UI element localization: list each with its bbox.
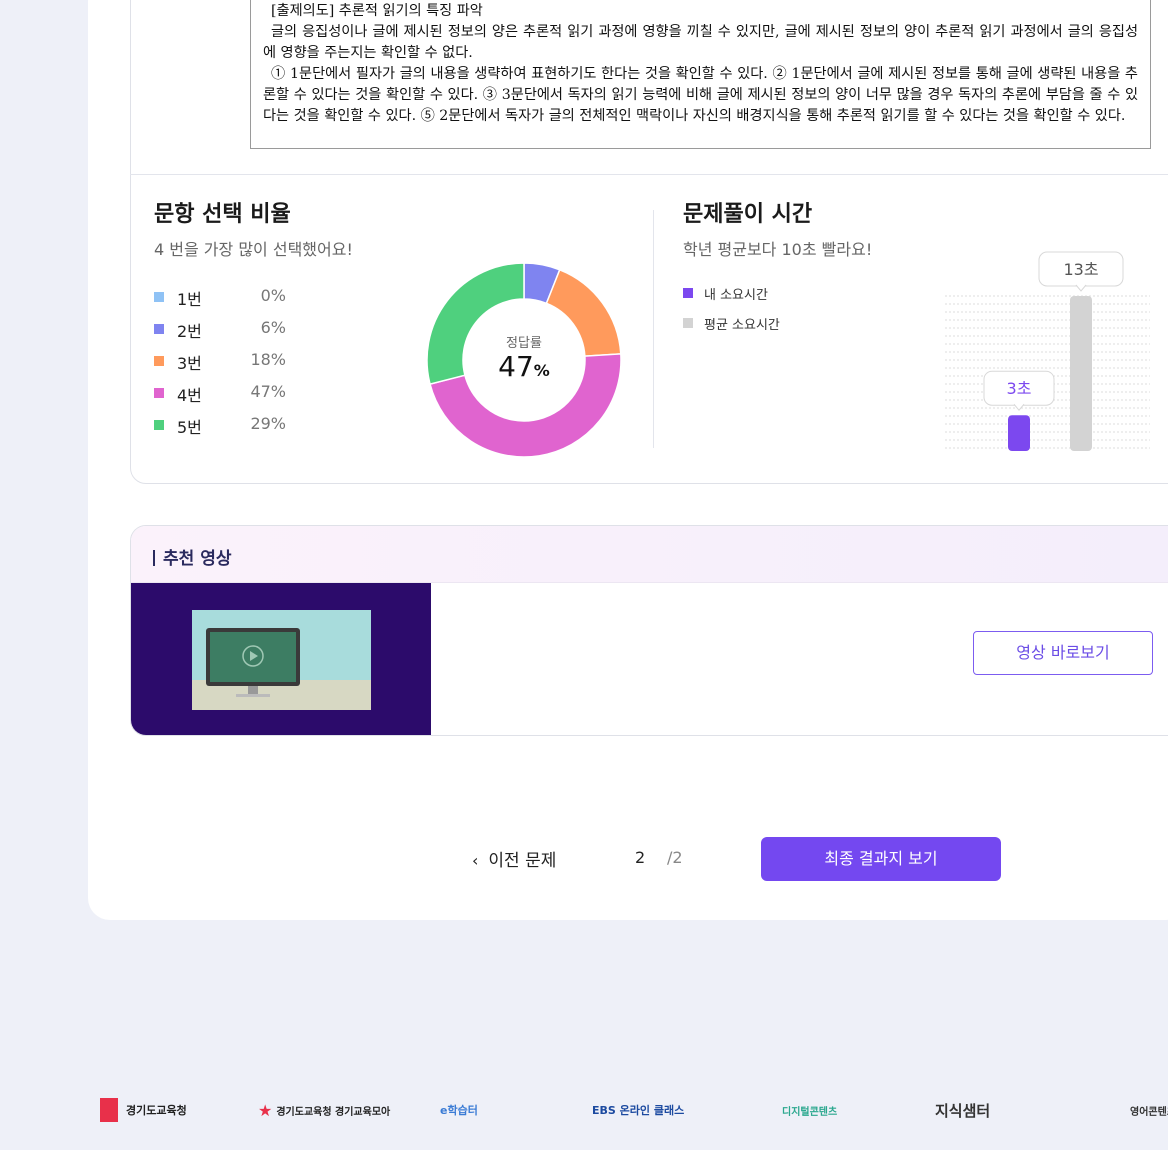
title-bar-icon — [153, 550, 155, 566]
thumbnail-image — [192, 610, 371, 710]
legend-swatch-1 — [154, 292, 164, 302]
legend-pct-5: 29% — [250, 414, 286, 433]
time-subtitle: 학년 평균보다 10초 빨라요! — [683, 240, 873, 259]
footer-logo-text-7: 영어콘텐츠 — [1130, 1106, 1168, 1118]
footer-logo-text-4: EBS 온라인 클래스 — [592, 1104, 685, 1117]
time-title: 문제풀이 시간 — [683, 202, 813, 227]
monitor-icon — [206, 628, 300, 697]
legend-label-5: 5번 — [177, 418, 202, 437]
correct-rate-label: 정답률 — [506, 336, 542, 351]
footer-logo-text-5: 디지털콘텐츠 — [782, 1106, 838, 1118]
selection-title: 문항 선택 비율 — [154, 202, 291, 227]
footer-logo-ebs[interactable]: EBS 온라인 클래스 — [592, 1096, 684, 1124]
previous-question-button[interactable]: ‹ 이전 문제 — [472, 846, 556, 871]
watch-video-button[interactable]: 영상 바로보기 — [973, 631, 1153, 675]
star-icon: ★ — [258, 1100, 273, 1120]
time-bar-mine — [1008, 415, 1030, 451]
footer-logo-text-3: e학습터 — [440, 1104, 478, 1117]
time-bar-svg: 3초 13초 — [945, 251, 1150, 451]
footer-logo-gyeonggi-edu[interactable]: 경기도교육청 — [100, 1096, 187, 1124]
video-thumbnail[interactable] — [131, 583, 431, 735]
donut-center: 정답률 47% — [426, 262, 622, 458]
time-bar-avg — [1070, 296, 1092, 451]
recommend-header: 추천 영상 — [131, 526, 1168, 583]
previous-question-label: 이전 문제 — [488, 851, 557, 871]
gyeonggi-edu-logo-icon — [100, 1098, 118, 1122]
legend-pct-4: 47% — [250, 382, 286, 401]
correct-rate-value: 47% — [426, 350, 622, 383]
time-legend-mine-label: 내 소요시간 — [704, 288, 768, 303]
selection-legend: 1번 0% 2번 6% 3번 18% 4번 47% 5번 29% — [154, 284, 294, 444]
footer-logo-text-2: 경기도교육청 경기교육모아 — [276, 1106, 391, 1118]
time-legend-mine-swatch — [683, 288, 693, 298]
time-label-mine: 3초 — [1007, 379, 1032, 398]
recommend-title: 추천 영상 — [153, 544, 231, 569]
explanation-paragraph-2: ① 1문단에서 필자가 글의 내용을 생략하여 표현하기도 한다는 것을 확인할… — [263, 66, 1138, 124]
time-bar-chart: 3초 13초 — [945, 240, 1155, 455]
explanation-box: [출제의도] 추론적 읽기의 특징 파악 글의 응집성이나 글에 제시된 정보의… — [250, 0, 1151, 149]
recommend-section: 추천 영상 영상 바로보기 — [130, 525, 1168, 736]
legend-swatch-4 — [154, 388, 164, 398]
legend-item-5: 5번 29% — [154, 412, 294, 444]
page-total: /2 — [667, 848, 683, 867]
legend-item-4: 4번 47% — [154, 380, 294, 412]
footer-logo-itda[interactable]: 디지털콘텐츠 — [782, 1096, 837, 1124]
footer-logo-text-6: 지식샘터 — [935, 1101, 991, 1120]
legend-label-4: 4번 — [177, 386, 202, 405]
legend-swatch-2 — [154, 324, 164, 334]
final-result-button[interactable]: 최종 결과지 보기 — [761, 837, 1001, 881]
time-legend-avg-swatch — [683, 318, 693, 328]
legend-label-3: 3번 — [177, 354, 202, 373]
legend-pct-1: 0% — [260, 286, 286, 305]
footer-logo-jisik-saemteo[interactable]: 지식샘터 — [935, 1096, 990, 1124]
legend-pct-2: 6% — [260, 318, 286, 337]
footer-logo-english-contents[interactable]: 영어콘텐츠 — [1130, 1096, 1168, 1124]
footer-logo-text-1: 경기도교육청 — [126, 1104, 187, 1117]
legend-swatch-5 — [154, 420, 164, 430]
legend-label-2: 2번 — [177, 322, 202, 341]
recommend-title-text: 추천 영상 — [163, 549, 232, 569]
time-callout-avg: 13초 — [1038, 251, 1124, 292]
correct-rate-unit: % — [533, 361, 550, 380]
correct-rate-number: 47 — [498, 350, 534, 383]
footer-logo-edu-moa[interactable]: ★ 경기도교육청 경기교육모아 — [258, 1096, 390, 1124]
section-vertical-divider — [653, 210, 654, 448]
explanation-title: [출제의도] 추론적 읽기의 특징 파악 — [271, 3, 483, 19]
time-label-avg: 13초 — [1063, 260, 1098, 279]
time-legend-avg-label: 평균 소요시간 — [704, 318, 780, 333]
selection-donut-chart: 정답률 47% — [426, 262, 622, 458]
legend-label-1: 1번 — [177, 290, 202, 309]
section-divider — [130, 174, 1168, 175]
legend-item-3: 3번 18% — [154, 348, 294, 380]
legend-swatch-3 — [154, 356, 164, 366]
legend-pct-3: 18% — [250, 350, 286, 369]
time-callout-mine: 3초 — [983, 370, 1055, 412]
selection-subtitle: 4 번을 가장 많이 선택했어요! — [154, 240, 353, 259]
footer-logo-e-hakseupteo[interactable]: e학습터 — [440, 1096, 478, 1124]
chevron-left-icon: ‹ — [472, 851, 479, 870]
legend-item-1: 1번 0% — [154, 284, 294, 316]
legend-item-2: 2번 6% — [154, 316, 294, 348]
page-current: 2 — [635, 848, 646, 867]
explanation-paragraph-1: 글의 응집성이나 글에 제시된 정보의 양은 추론적 읽기 과정에 영향을 끼칠… — [263, 24, 1138, 61]
